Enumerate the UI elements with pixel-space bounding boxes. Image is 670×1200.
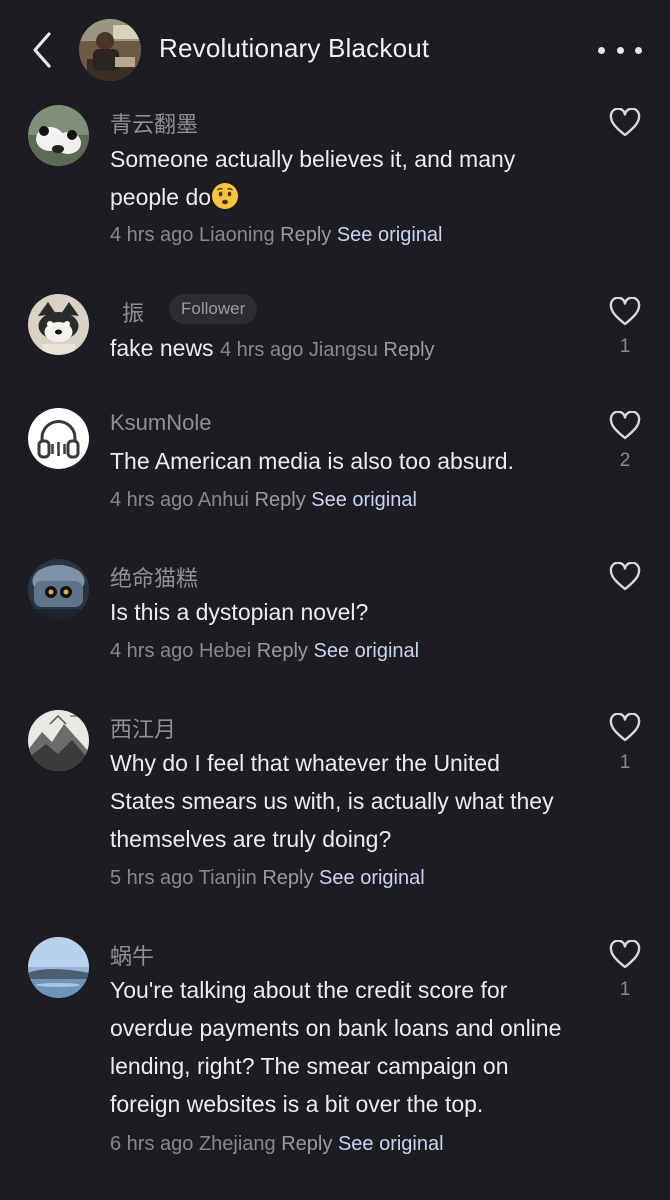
reply-button[interactable]: Reply: [281, 1133, 332, 1155]
heart-outline-icon[interactable]: [609, 940, 641, 970]
heart-outline-icon[interactable]: [609, 108, 641, 138]
comment-username[interactable]: 蜗牛: [110, 939, 154, 971]
avatar[interactable]: [28, 559, 89, 620]
comment-location: Tianjin: [198, 867, 257, 889]
avatar[interactable]: [28, 105, 89, 166]
reply-button[interactable]: Reply: [383, 339, 434, 361]
comment-meta: 4 hrs ago Anhui Reply See original: [110, 489, 417, 512]
comment-meta: 4 hrs ago Jiangsu Reply: [220, 339, 435, 361]
more-dot: [616, 46, 624, 54]
avatar[interactable]: [28, 710, 89, 771]
avatar[interactable]: [28, 937, 89, 998]
like-count: 1: [619, 752, 631, 773]
comment-body: You're talking about the credit score fo…: [110, 971, 580, 1163]
comment-body: fake news 4 hrs ago Jiangsu Reply: [110, 329, 590, 369]
see-original-link[interactable]: See original: [319, 867, 425, 889]
channel-avatar[interactable]: [79, 19, 141, 81]
comment-meta: 6 hrs ago Zhejiang Reply See original: [110, 1133, 444, 1155]
see-original-link[interactable]: See original: [338, 1133, 444, 1155]
comment-meta: 5 hrs ago Tianjin Reply See original: [110, 867, 425, 890]
comment-text: Someone actually believes it, and many p…: [110, 146, 516, 210]
comment-body: Is this a dystopian novel?: [110, 593, 590, 631]
comment-location: Zhejiang: [198, 1133, 276, 1155]
comments-page: Revolutionary Blackout 青云翻墨 Someone actu…: [0, 0, 670, 1200]
comment-location: Liaoning: [198, 224, 275, 246]
comment-location: Jiangsu: [308, 339, 378, 361]
heart-outline-icon[interactable]: [609, 411, 641, 441]
comment-text: fake news: [110, 335, 214, 361]
comment-location: Anhui: [197, 489, 249, 511]
back-button[interactable]: [24, 28, 60, 72]
follower-badge: Follower: [169, 294, 258, 324]
avatar[interactable]: [28, 294, 89, 355]
comment-body: Someone actually believes it, and many p…: [110, 140, 590, 216]
see-original-link[interactable]: See original: [311, 489, 417, 511]
like-count: 1: [619, 979, 631, 1000]
comment-text: Is this a dystopian novel?: [110, 599, 369, 625]
comment-time: 4 hrs ago: [110, 489, 194, 511]
more-dot: [598, 46, 605, 54]
comment-time: 4 hrs ago: [219, 339, 304, 361]
comment-username[interactable]: 振: [122, 296, 144, 328]
channel-title: Revolutionary Blackout: [159, 33, 430, 63]
comment-time: 4 hrs ago: [110, 640, 194, 662]
comment-meta: 4 hrs ago Hebei Reply See original: [110, 640, 419, 663]
heart-outline-icon[interactable]: [609, 713, 641, 743]
comment-body: Why do I feel that whatever the United S…: [110, 744, 570, 858]
comment-username[interactable]: 青云翻墨: [110, 107, 198, 139]
comment-meta: 4 hrs ago Liaoning Reply See original: [110, 224, 442, 247]
comment-username[interactable]: KsumNole: [110, 410, 211, 436]
comment-username[interactable]: 绝命猫糕: [110, 561, 198, 593]
more-options-button[interactable]: [598, 36, 642, 64]
heart-outline-icon[interactable]: [609, 562, 641, 592]
comment-text: Why do I feel that whatever the United S…: [110, 750, 554, 852]
comment-body: The American media is also too absurd.: [110, 442, 590, 480]
reply-button[interactable]: Reply: [257, 640, 308, 662]
avatar[interactable]: [28, 408, 89, 469]
like-count: 1: [619, 336, 631, 357]
comment-text: You're talking about the credit score fo…: [110, 977, 562, 1117]
reply-button[interactable]: Reply: [280, 224, 331, 246]
reply-button[interactable]: Reply: [262, 867, 313, 889]
comment-time: 6 hrs ago: [110, 1133, 194, 1155]
more-dot: [635, 46, 642, 54]
worried-face-emoji: [212, 183, 239, 209]
comment-time: 5 hrs ago: [110, 867, 194, 889]
header-bar: Revolutionary Blackout: [0, 0, 670, 100]
heart-outline-icon[interactable]: [609, 297, 641, 327]
like-count: 2: [619, 450, 631, 471]
comment-time: 4 hrs ago: [110, 224, 194, 246]
comment-username[interactable]: 西江月: [110, 712, 176, 744]
reply-button[interactable]: Reply: [255, 489, 306, 511]
see-original-link[interactable]: See original: [337, 224, 443, 246]
see-original-link[interactable]: See original: [313, 640, 419, 662]
comment-text: The American media is also too absurd.: [110, 448, 514, 474]
comment-location: Hebei: [198, 640, 252, 662]
chevron-left-icon: [33, 32, 51, 68]
